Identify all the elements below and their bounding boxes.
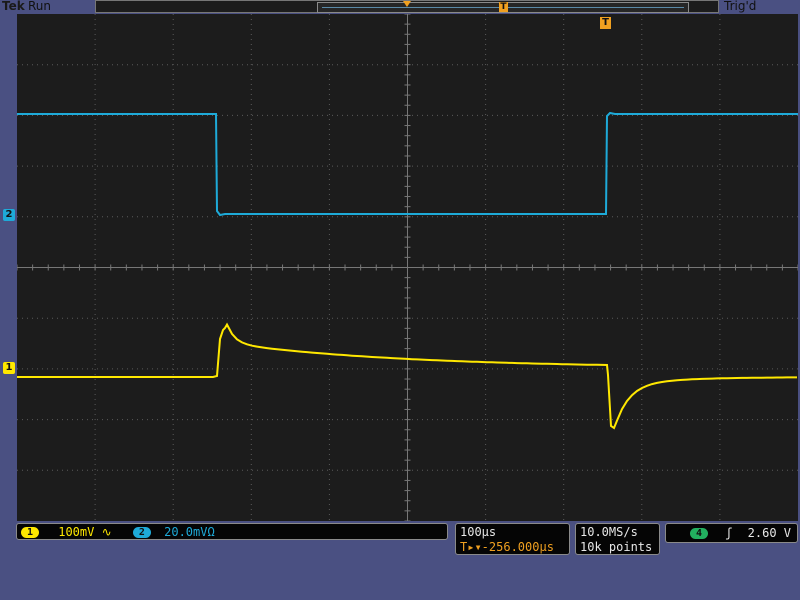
run-state: Run [28, 0, 52, 13]
ch1-coupling-icon: ∿ [101, 525, 112, 539]
ch1-badge: 1 [21, 527, 39, 538]
ch1-scale: 100mV [58, 525, 95, 539]
sample-rate: 10.0MS/s [580, 525, 638, 539]
brand-logo: Tek [2, 0, 25, 13]
trigger-point-marker[interactable]: T [600, 17, 611, 29]
trigger-position-arrow-icon [403, 1, 411, 7]
ch1-ground-marker[interactable]: 1 [3, 362, 15, 374]
horizontal-readout[interactable]: 100µs T▸▾-256.000µs [455, 523, 570, 555]
ch2-badge: 2 [132, 527, 151, 538]
ch2-scale: 20.0mVΩ [164, 525, 215, 539]
trigger-delay: T▸▾-256.000µs [460, 540, 554, 554]
trigger-status: Trig'd [724, 0, 757, 13]
record-length: 10k points [580, 540, 653, 554]
waveform-display[interactable]: T [17, 14, 798, 521]
record-view-bar[interactable]: T [95, 0, 719, 13]
readout-panel: 1 100mV ∿ 2 20.0mVΩ 100µs T▸▾-256.000µs … [0, 521, 800, 600]
status-bar: Tek Run T Trig'd [0, 0, 800, 14]
acquisition-readout[interactable]: 10.0MS/s 10k points [575, 523, 660, 555]
trigger-marker-small: T [499, 2, 508, 12]
trigger-level: 2.60 V [747, 526, 791, 540]
ch2-ground-marker[interactable]: 2 [3, 209, 15, 221]
trigger-source-badge: 4 [690, 528, 708, 539]
timebase-value: 100µs [460, 525, 497, 539]
graticule [17, 14, 798, 521]
trigger-readout[interactable]: 4 ʃ 2.60 V [665, 523, 798, 543]
trigger-slope-icon: ʃ [725, 526, 733, 540]
vertical-readout[interactable]: 1 100mV ∿ 2 20.0mVΩ [16, 523, 448, 540]
